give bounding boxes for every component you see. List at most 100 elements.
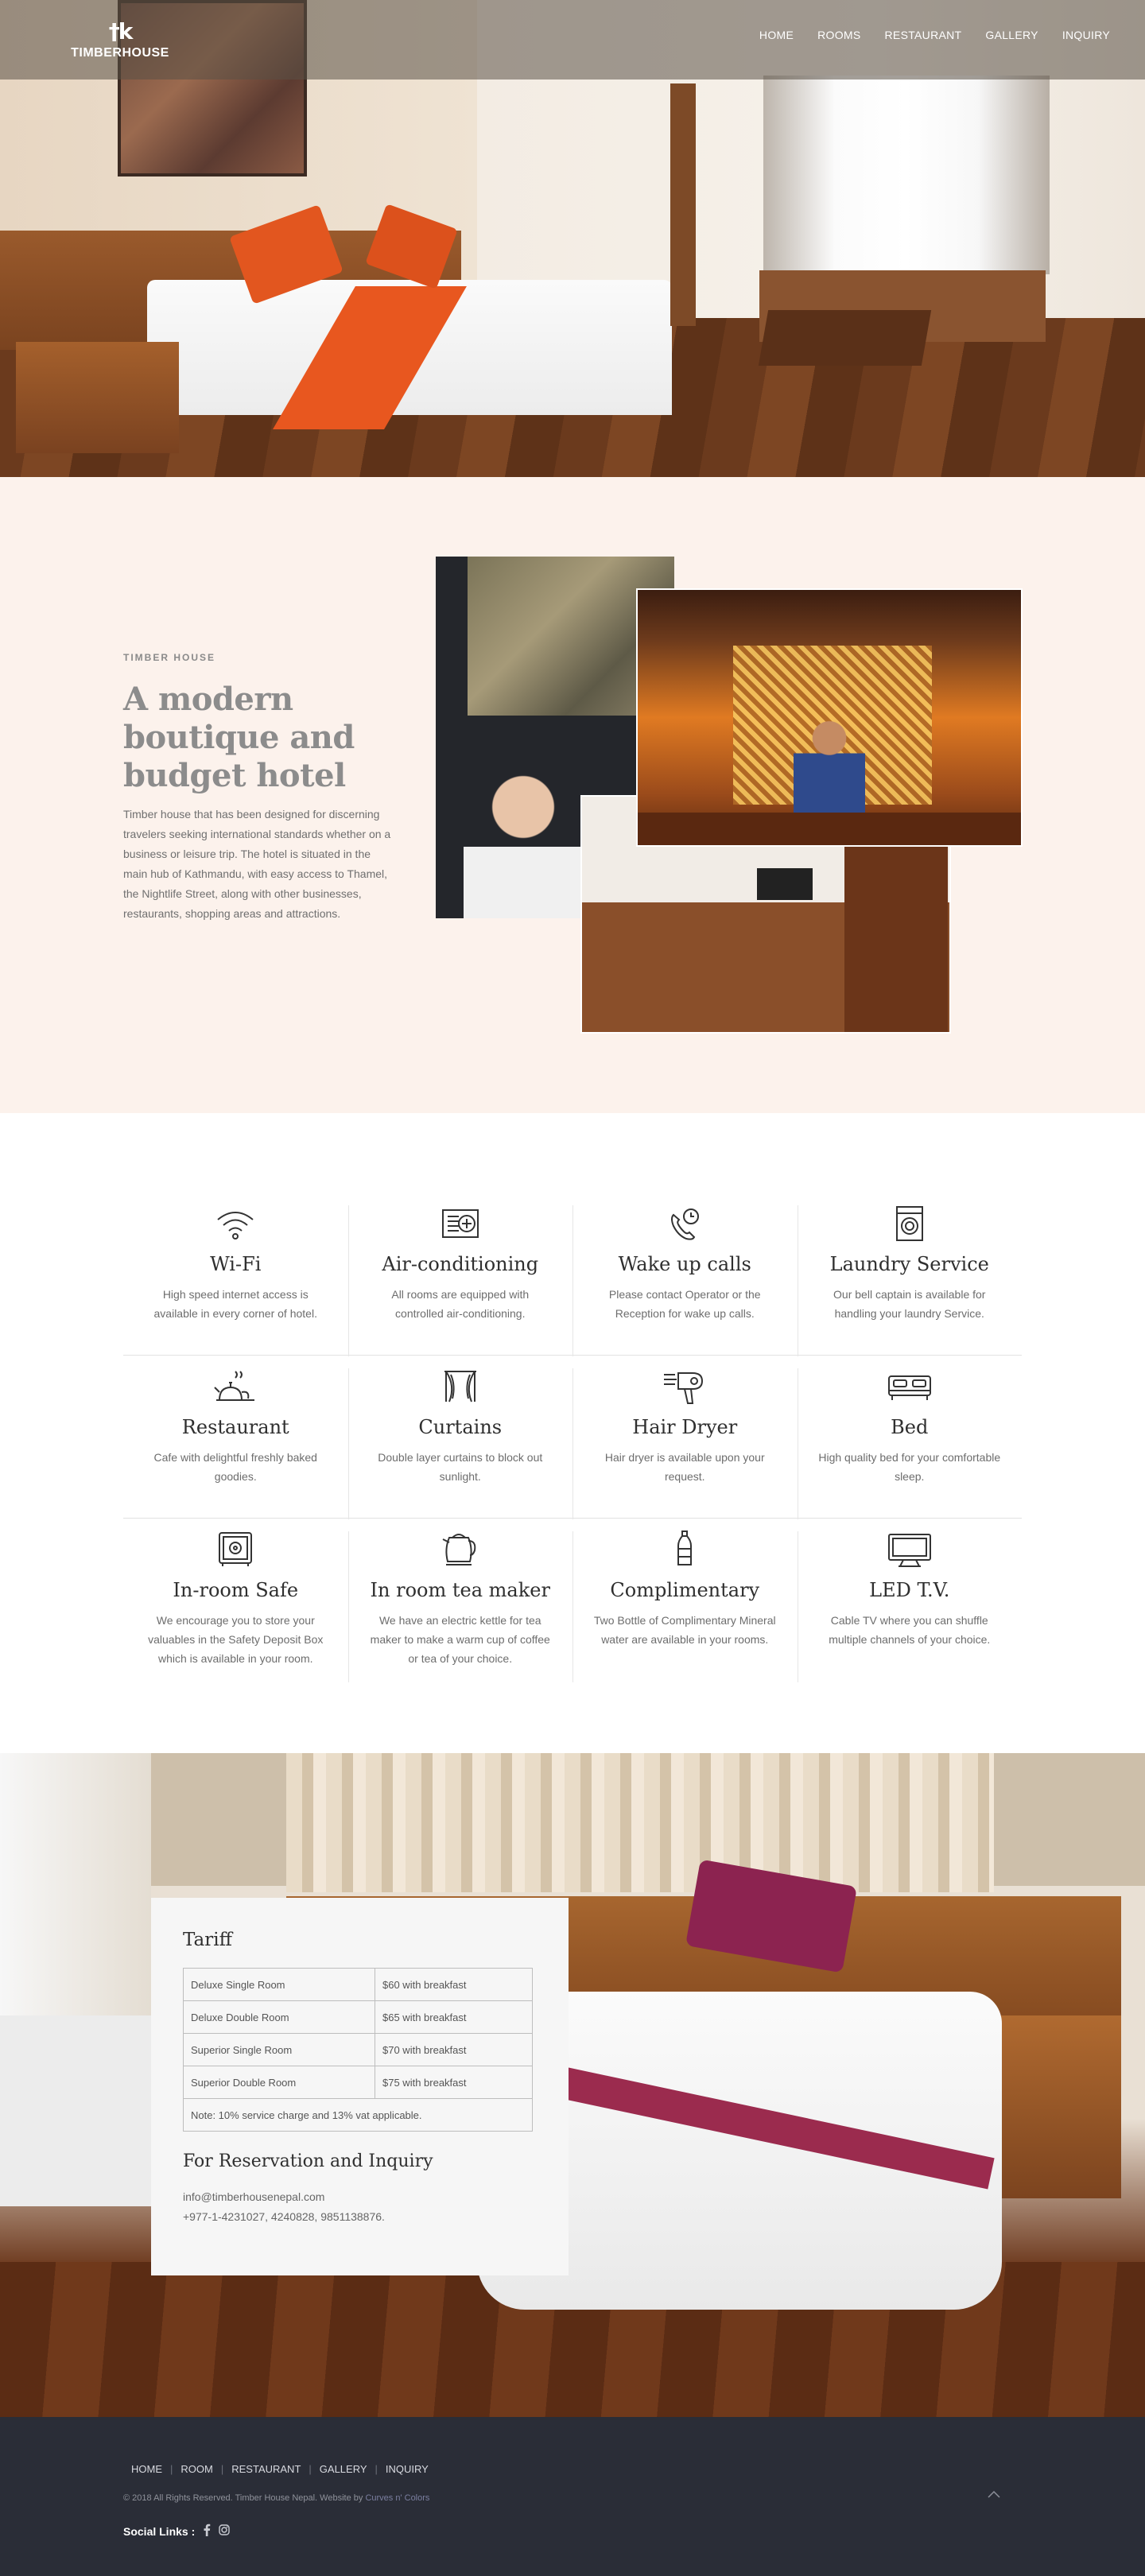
tariff-table: Deluxe Single Room $60 with breakfast De… (183, 1968, 533, 2132)
room-tv (757, 868, 813, 900)
curtains-icon (444, 1371, 476, 1402)
amenity-wifi: Wi-Fi High speed internet access is avai… (123, 1193, 348, 1355)
reception-desk (638, 813, 1021, 845)
tariff-section: Tariff Deluxe Single Room $60 with break… (0, 1753, 1145, 2417)
amenity-title: Bed (891, 1416, 929, 1438)
site-logo[interactable]: †k TIMBERHOUSE (68, 17, 172, 65)
amenity-desc: Double layer curtains to block out sunli… (378, 1451, 543, 1483)
amenity-desc: All rooms are equipped with controlled a… (391, 1288, 530, 1320)
contact-email[interactable]: info@timberhousenepal.com (183, 2190, 324, 2203)
amenity-title: Restaurant (181, 1416, 289, 1438)
hero-coffee-table (758, 310, 932, 366)
amenity-title: In-room Safe (173, 1579, 299, 1601)
footer-separator: | (220, 2463, 224, 2475)
instagram-icon[interactable] (219, 2524, 230, 2538)
nav-gallery[interactable]: GALLERY (985, 29, 1038, 41)
amenity-desc: High quality bed for your comfortable sl… (818, 1451, 1001, 1483)
amenity-title: Curtains (418, 1416, 503, 1438)
contact-phone: +977-1-4231027, 4240828, 9851138876. (183, 2210, 385, 2223)
footer-separator: | (170, 2463, 173, 2475)
room-type: Superior Single Room (183, 2033, 375, 2066)
amenity-complimentary: Complimentary Two Bottle of Complimentar… (572, 1519, 798, 1682)
amenity-wake-up-calls: Wake up calls Please contact Operator or… (572, 1193, 798, 1356)
amenity-air-conditioning: Air-conditioning All rooms are equipped … (347, 1193, 573, 1356)
amenity-curtains: Curtains Double layer curtains to block … (347, 1356, 573, 1519)
about-section: TIMBER HOUSE A modern boutique and budge… (0, 477, 1145, 1113)
back-to-top-chevron-up-icon[interactable] (984, 2485, 1003, 2504)
room-type: Deluxe Single Room (183, 1968, 375, 2001)
amenity-desc: We encourage you to store your valuables… (148, 1614, 324, 1665)
amenity-tea-maker: In room tea maker We have an electric ke… (347, 1519, 573, 1682)
hero-nightstand (16, 342, 179, 453)
amenities-row: Wi-Fi High speed internet access is avai… (123, 1193, 1022, 1356)
amenity-desc: Two Bottle of Complimentary Mineral wate… (593, 1614, 776, 1646)
footer-nav-gallery[interactable]: GALLERY (320, 2463, 367, 2475)
bedroom-window (0, 1753, 151, 2015)
contact-info: info@timberhousenepal.com +977-1-4231027… (183, 2187, 537, 2227)
amenity-restaurant: Restaurant Cafe with delightful freshly … (123, 1356, 348, 1518)
phone-clock-icon (671, 1208, 700, 1240)
amenity-hair-dryer: Hair Dryer Hair dryer is available upon … (572, 1356, 798, 1519)
credit-link[interactable]: Curves n' Colors (365, 2493, 429, 2503)
about-eyebrow: TIMBER HOUSE (123, 652, 216, 663)
about-body: Timber house that has been designed for … (123, 808, 391, 920)
nav-home[interactable]: HOME (759, 29, 794, 41)
hair-dryer-icon (664, 1372, 704, 1404)
footer-nav-room[interactable]: ROOM (180, 2463, 212, 2475)
amenity-title: Air-conditioning (382, 1253, 539, 1275)
amenity-title: In room tea maker (370, 1579, 550, 1601)
amenity-title: Hair Dryer (632, 1416, 738, 1438)
nav-restaurant[interactable]: RESTAURANT (885, 29, 962, 41)
amenities-row: In-room Safe We encourage you to store y… (123, 1519, 1022, 1682)
tv-icon (887, 1534, 931, 1567)
logo-mark-icon: †k (108, 18, 134, 45)
teapot-icon (214, 1371, 255, 1401)
washing-machine-icon (895, 1206, 923, 1241)
amenity-desc: We have an electric kettle for tea maker… (370, 1614, 550, 1665)
tariff-card: Tariff Deluxe Single Room $60 with break… (151, 1898, 569, 2275)
room-price: $60 with breakfast (375, 1968, 533, 2001)
amenity-title: Complimentary (610, 1579, 760, 1601)
nav-rooms[interactable]: ROOMS (817, 29, 860, 41)
amenity-desc: Our bell captain is available for handli… (833, 1288, 986, 1320)
guest-figure (464, 759, 583, 918)
about-heading: A modern boutique and budget hotel (123, 681, 355, 794)
hero-door (670, 83, 696, 326)
air-conditioner-icon (441, 1209, 479, 1238)
about-text: TIMBER HOUSE A modern boutique and budge… (123, 652, 394, 924)
amenity-desc: Cafe with delightful freshly baked goodi… (153, 1451, 317, 1483)
amenity-desc: Hair dryer is available upon your reques… (604, 1451, 765, 1483)
amenity-safe: In-room Safe We encourage you to store y… (123, 1519, 348, 1682)
bed-icon (887, 1375, 931, 1400)
footer-nav-restaurant[interactable]: RESTAURANT (231, 2463, 301, 2475)
amenities-grid: Wi-Fi High speed internet access is avai… (123, 1193, 1022, 1682)
reservation-title: For Reservation and Inquiry (183, 2151, 433, 2171)
amenities-section: Wi-Fi High speed internet access is avai… (0, 1113, 1145, 1753)
main-nav: HOME ROOMS RESTAURANT GALLERY INQUIRY (759, 29, 1110, 41)
bedroom-second-bed (0, 2015, 159, 2206)
facebook-icon[interactable] (203, 2524, 211, 2539)
kettle-icon (442, 1534, 476, 1565)
amenities-row: Restaurant Cafe with delightful freshly … (123, 1356, 1022, 1519)
nav-inquiry[interactable]: INQUIRY (1062, 29, 1110, 41)
footer-nav-home[interactable]: HOME (131, 2463, 162, 2475)
room-type: Deluxe Double Room (183, 2000, 375, 2034)
table-row: Deluxe Single Room $60 with breakfast (183, 1968, 533, 2001)
hero-window (763, 76, 1050, 274)
amenity-title: Laundry Service (829, 1253, 989, 1275)
room-cabinet (844, 844, 948, 1032)
social-links: Social Links : (123, 2524, 230, 2539)
room-price: $75 with breakfast (375, 2066, 533, 2099)
amenity-bed: Bed High quality bed for your comfortabl… (797, 1356, 1023, 1519)
hero-banner: †k TIMBERHOUSE HOME ROOMS RESTAURANT GAL… (0, 0, 1145, 477)
receptionist-figure (794, 717, 865, 813)
amenity-title: Wake up calls (618, 1253, 751, 1275)
footer-nav-inquiry[interactable]: INQUIRY (386, 2463, 429, 2475)
amenity-desc: High speed internet access is available … (153, 1288, 317, 1320)
water-bottle-icon (677, 1530, 693, 1565)
room-type: Superior Double Room (183, 2066, 375, 2099)
amenity-desc: Cable TV where you can shuffle multiple … (829, 1614, 991, 1646)
footer-separator: | (375, 2463, 378, 2475)
amenity-title: Wi-Fi (210, 1253, 262, 1275)
table-row: Superior Single Room $70 with breakfast (183, 2033, 533, 2066)
